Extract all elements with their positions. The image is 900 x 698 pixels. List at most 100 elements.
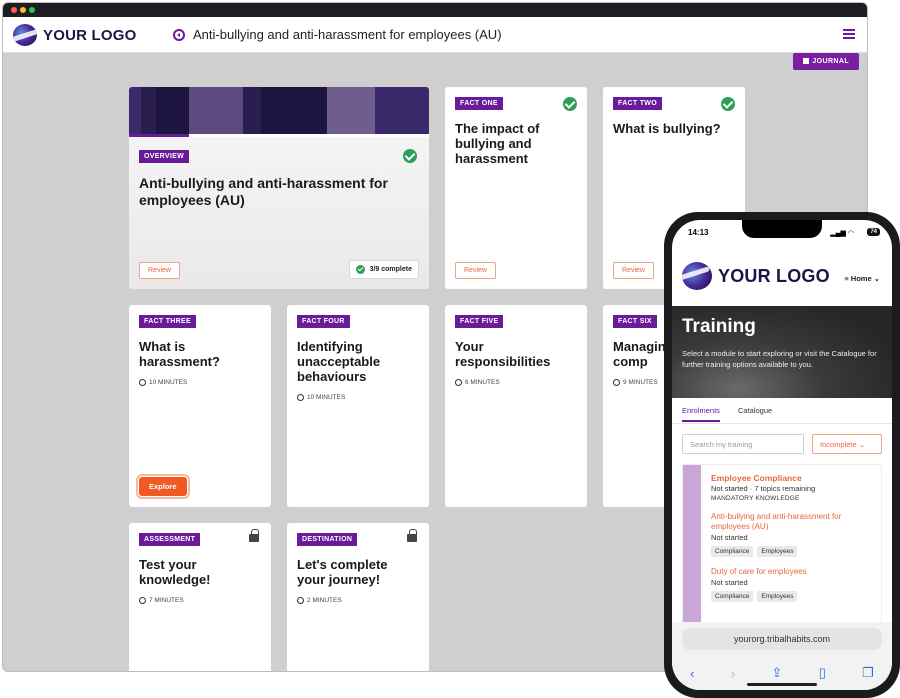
card-tag: FACT FOUR: [297, 315, 350, 328]
enrolment-card[interactable]: Employee Compliance Not started · 7 topi…: [682, 464, 882, 644]
duration-text: 7 MINUTES: [149, 597, 184, 604]
hero-title: Training: [682, 316, 756, 337]
duration-text: 6 MINUTES: [465, 379, 500, 386]
close-window-dot[interactable]: [11, 7, 17, 13]
course-link[interactable]: Duty of care for employees: [711, 567, 873, 577]
card-fact-three[interactable]: FACT THREE What is harassment? 10 MINUTE…: [129, 305, 271, 507]
hamburger-menu-icon[interactable]: [843, 29, 855, 39]
card-tag: FACT SIX: [613, 315, 657, 328]
phone-header: YOUR LOGO ≡ Home ⌄: [672, 248, 892, 306]
duration: 6 MINUTES: [455, 379, 500, 386]
bookmarks-icon[interactable]: ▯: [819, 665, 826, 681]
tab-enrolments[interactable]: Enrolments: [682, 406, 720, 422]
progress-text: 3/9 complete: [369, 266, 412, 273]
logo-text: YOUR LOGO: [43, 26, 137, 44]
clock-icon: [297, 394, 304, 401]
journal-label: JOURNAL: [812, 58, 849, 65]
card-tag: OVERVIEW: [139, 150, 190, 163]
back-icon[interactable]: ‹: [690, 666, 694, 681]
clock-icon: [139, 597, 146, 604]
progress-badge: 3/9 complete: [348, 260, 419, 279]
logo[interactable]: YOUR LOGO: [13, 24, 136, 46]
tag-chip: Employees: [757, 591, 798, 602]
card-assessment[interactable]: ASSESSMENT Test your knowledge! 7 MINUTE…: [129, 523, 271, 671]
maximize-window-dot[interactable]: [29, 7, 35, 13]
home-menu[interactable]: ≡ Home ⌄: [844, 274, 880, 283]
clock-icon: [455, 379, 462, 386]
phone-logo-text: YOUR LOGO: [718, 265, 830, 286]
card-title: What is bullying?: [613, 121, 721, 136]
enrolment-status: Not started · 7 topics remaining: [711, 484, 816, 493]
tag-chip: Compliance: [711, 546, 754, 557]
phone-tabs: Enrolments Catalogue: [672, 398, 892, 424]
phone-logo[interactable]: YOUR LOGO: [682, 262, 830, 290]
check-icon: [355, 265, 365, 274]
status-time: 14:13: [688, 228, 709, 237]
card-tag: DESTINATION: [297, 533, 358, 546]
card-title: The impact of bullying and harassment: [455, 121, 540, 166]
battery-icon: 74: [867, 228, 880, 236]
duration: 2 MINUTES: [297, 597, 342, 604]
course-tags: Compliance Employees: [711, 546, 873, 557]
completed-check-icon: [563, 97, 577, 111]
home-indicator: [747, 683, 817, 686]
filter-label: Incomplete: [820, 440, 857, 449]
lock-icon: [249, 529, 259, 542]
enrolment-accent-bar: [683, 465, 701, 643]
journal-button[interactable]: JOURNAL: [793, 53, 859, 70]
tag-chip: Employees: [757, 546, 798, 557]
card-fact-one[interactable]: FACT ONE The impact of bullying and hara…: [445, 87, 587, 289]
clock-icon: [297, 597, 304, 604]
duration-text: 2 MINUTES: [307, 597, 342, 604]
review-button[interactable]: Review: [139, 262, 180, 279]
course-link[interactable]: Anti-bullying and anti-harassment for em…: [711, 512, 873, 532]
back-circle-icon[interactable]: [173, 28, 185, 41]
explore-button[interactable]: Explore: [136, 474, 190, 499]
review-button[interactable]: Review: [455, 262, 496, 279]
tabs-icon[interactable]: ❐: [862, 665, 874, 681]
card-title: Your responsibilities: [455, 339, 551, 369]
minimize-window-dot[interactable]: [20, 7, 26, 13]
duration: 9 MINUTES: [613, 379, 658, 386]
course-title-text: Anti-bullying and anti-harassment for em…: [193, 27, 502, 42]
card-fact-five[interactable]: FACT FIVE Your responsibilities 6 MINUTE…: [445, 305, 587, 507]
enrolment-category: MANDATORY KNOWLEDGE: [711, 495, 800, 502]
duration-text: 10 MINUTES: [149, 379, 188, 386]
bookmark-icon: [803, 58, 810, 64]
status-filter-select[interactable]: Incomplete ⌄: [812, 434, 882, 454]
review-button[interactable]: Review: [613, 262, 654, 279]
card-title: Test your knowledge!: [139, 557, 211, 587]
tab-catalogue[interactable]: Catalogue: [738, 406, 772, 415]
clock-icon: [613, 379, 620, 386]
course-status: Not started: [711, 533, 748, 542]
search-training-input[interactable]: Search my training: [682, 434, 804, 454]
url-field[interactable]: yourorg.tribalhabits.com: [682, 628, 882, 650]
duration: 10 MINUTES: [139, 379, 187, 386]
url-text: yourorg.tribalhabits.com: [733, 634, 831, 644]
safari-address-bar: yourorg.tribalhabits.com: [672, 622, 892, 656]
tag-chip: Compliance: [711, 591, 754, 602]
enrolment-title[interactable]: Employee Compliance: [711, 473, 873, 483]
card-tag: FACT TWO: [613, 97, 662, 110]
card-tag: ASSESSMENT: [139, 533, 201, 546]
logo-mark-icon: [13, 24, 37, 46]
completed-check-icon: [721, 97, 735, 111]
duration: 7 MINUTES: [139, 597, 184, 604]
course-status: Not started: [711, 578, 748, 587]
phone-screen: 14:13 ▂▄▆ ◠ 74 YOUR LOGO ≡ Home ⌄ Traini…: [672, 220, 892, 690]
card-fact-four[interactable]: FACT FOUR Identifying unacceptable behav…: [287, 305, 429, 507]
card-overview[interactable]: OVERVIEW Anti-bullying and anti-harassme…: [129, 87, 429, 289]
card-destination[interactable]: DESTINATION Let's complete your journey!…: [287, 523, 429, 671]
training-hero: Training Select a module to start explor…: [672, 306, 892, 398]
course-tags: Compliance Employees: [711, 591, 873, 602]
forward-icon[interactable]: ›: [731, 666, 735, 681]
completed-check-icon: [403, 149, 417, 163]
logo-mark-icon: [682, 262, 712, 290]
card-title: What is harassment?: [139, 339, 220, 369]
share-icon[interactable]: ⇪: [771, 665, 782, 681]
overview-banner-image: [129, 87, 429, 134]
card-tag: FACT ONE: [455, 97, 503, 110]
phone-device: 14:13 ▂▄▆ ◠ 74 YOUR LOGO ≡ Home ⌄ Traini…: [664, 212, 900, 698]
card-tag: FACT FIVE: [455, 315, 504, 328]
card-title: Identifying unacceptable behaviours: [297, 339, 381, 384]
